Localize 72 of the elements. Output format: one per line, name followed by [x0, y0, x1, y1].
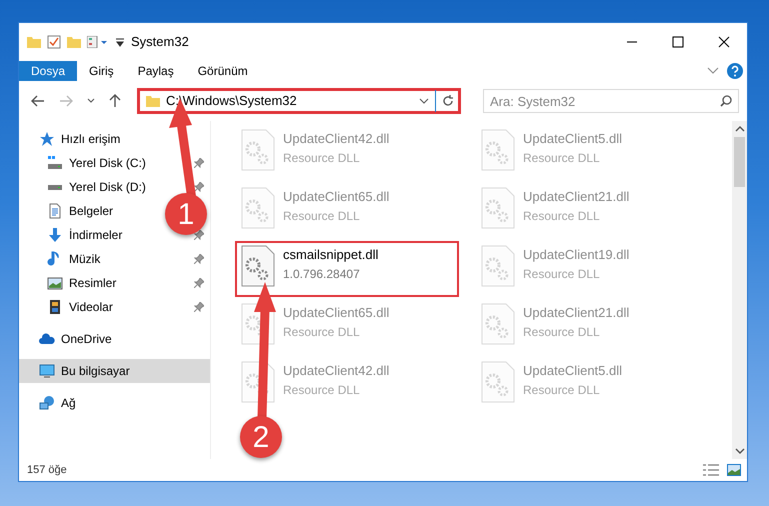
dll-file-icon [481, 303, 515, 345]
folder-icon [146, 95, 160, 107]
address-field[interactable]: C:\Windows\System32 [137, 88, 461, 114]
sidebar-item[interactable]: İndirmeler [69, 226, 122, 244]
file-detail: Resource DLL [283, 382, 361, 398]
sidebar-item[interactable]: OneDrive [61, 330, 112, 348]
sidebar-item[interactable]: Videolar [69, 298, 113, 316]
dll-file-icon [481, 187, 515, 229]
address-path: C:\Windows\System32 [166, 92, 298, 110]
file-detail: Resource DLL [283, 150, 361, 166]
sidebar-item[interactable]: Yerel Disk (C:) [69, 154, 146, 172]
file-detail: Resource DLL [283, 208, 361, 224]
drive-icon [47, 155, 63, 171]
details-view-icon[interactable] [703, 464, 719, 476]
sidebar-item[interactable]: Belgeler [69, 202, 114, 220]
sidebar-item[interactable]: Bu bilgisayar [19, 359, 210, 383]
sidebar-item[interactable]: Ağ [61, 394, 76, 412]
dll-file-icon [241, 187, 275, 229]
pin-icon[interactable] [194, 254, 204, 264]
file-detail: Resource DLL [523, 324, 601, 340]
search-icon [720, 95, 732, 107]
scroll-down-icon[interactable] [734, 447, 744, 455]
dll-file-icon [481, 361, 515, 403]
caret-icon[interactable] [115, 36, 125, 48]
search-field[interactable]: Ara: System32 [483, 89, 739, 113]
properties-icon[interactable] [47, 35, 61, 49]
image-icon [47, 275, 63, 291]
file-detail: 1.0.796.28407 [283, 266, 361, 282]
file-detail: Resource DLL [523, 382, 601, 398]
cloud-icon [39, 331, 55, 347]
ribbon-tab[interactable]: Giriş [77, 61, 126, 81]
help-icon[interactable] [727, 63, 743, 79]
pin-icon[interactable] [194, 278, 204, 288]
ribbon-tab[interactable]: Görünüm [186, 61, 260, 81]
refresh-icon[interactable] [442, 95, 454, 107]
pin-icon[interactable] [194, 302, 204, 312]
file-detail: Resource DLL [283, 324, 361, 340]
dropdown-icon[interactable] [419, 98, 429, 104]
star-icon [39, 131, 55, 147]
ribbon-tab[interactable]: Paylaş [126, 61, 186, 81]
layout-icon[interactable] [87, 36, 109, 48]
sidebar-item[interactable]: Hızlı erişim [61, 130, 120, 148]
dll-file-icon [241, 361, 275, 403]
network-icon [39, 395, 55, 411]
dll-file-icon [481, 245, 515, 287]
film-icon [47, 299, 63, 315]
file-detail: Resource DLL [523, 266, 601, 282]
maximize-icon [672, 36, 684, 48]
ribbon-tab[interactable]: Dosya [19, 61, 78, 81]
dll-file-icon [241, 245, 275, 287]
sidebar-item[interactable]: Müzik [69, 250, 100, 268]
sidebar-item[interactable]: Yerel Disk (D:) [69, 178, 146, 196]
large-icons-view-icon[interactable] [727, 464, 741, 476]
dll-file-icon [481, 129, 515, 171]
scrollbar-thumb[interactable] [734, 137, 745, 187]
sidebar-item[interactable]: Resimler [69, 274, 116, 292]
download-icon [47, 227, 63, 243]
expand-ribbon-icon[interactable] [707, 67, 719, 75]
dll-file-icon [241, 129, 275, 171]
item-count: 157 öğe [27, 462, 68, 478]
drive-icon [47, 184, 63, 190]
window-title: System32 [131, 33, 189, 52]
file-name[interactable]: csmailsnippet.dll [283, 245, 378, 264]
scroll-up-icon[interactable] [734, 125, 744, 133]
file-detail: Resource DLL [523, 150, 601, 166]
pin-icon[interactable] [194, 158, 204, 168]
file-detail: Resource DLL [523, 208, 601, 224]
document-icon [47, 203, 63, 219]
monitor-icon [39, 363, 55, 379]
pin-icon[interactable] [194, 230, 204, 240]
close-icon [718, 36, 730, 48]
pin-icon[interactable] [194, 182, 204, 192]
